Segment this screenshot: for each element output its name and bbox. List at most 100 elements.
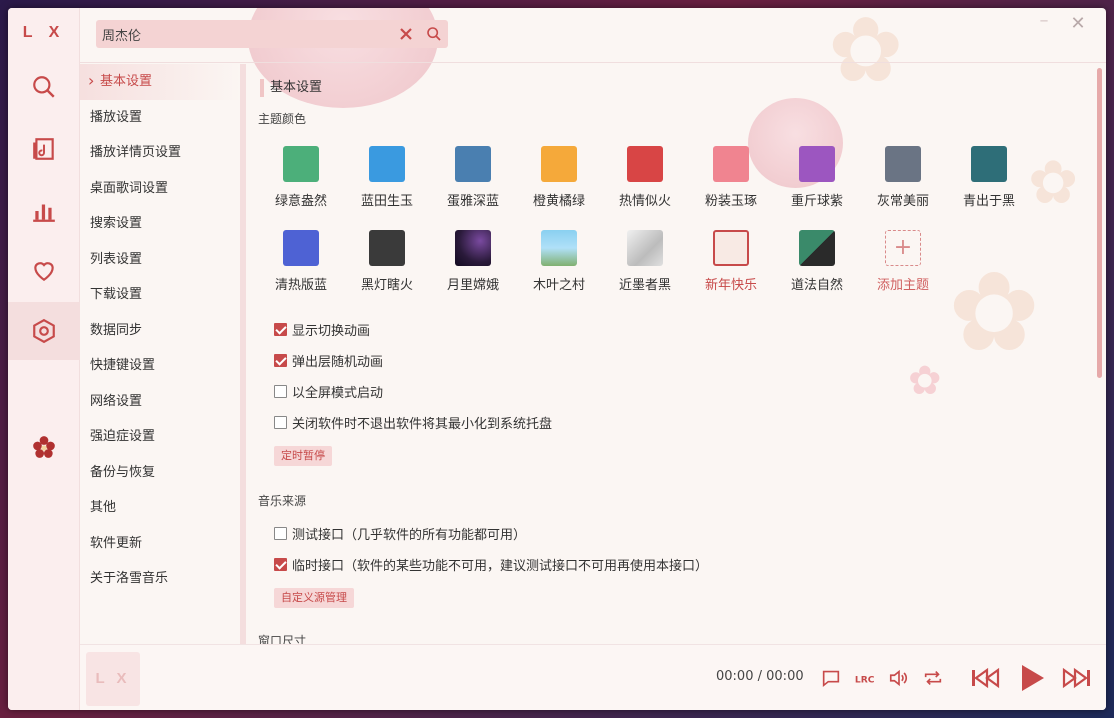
theme-name: 青出于黑 [962,194,1015,209]
sidebar-item-odc[interactable]: 强迫症设置 [80,419,242,455]
theme-swatch [713,230,749,266]
sidebar-item-label: 关于洛雪音乐 [90,571,169,586]
checkbox[interactable] [274,354,287,367]
comment-button[interactable] [816,663,846,693]
theme-name: 添加主题 [876,278,929,293]
sidebar-item-play-detail[interactable]: 播放详情页设置 [80,135,242,171]
sidebar-item-download[interactable]: 下载设置 [80,277,242,313]
theme-option[interactable]: 近墨者黑 [602,218,688,302]
theme-option[interactable]: 灰常美丽 [860,134,946,218]
sidebar-item-label: 播放设置 [90,109,143,125]
sidebar-item-hotkey[interactable]: 快捷键设置 [80,348,242,384]
theme-swatch [455,146,491,182]
svg-text:LRC: LRC [855,675,875,686]
lyric-button[interactable]: LRC [850,663,880,693]
sidebar-item-other[interactable]: 其他 [80,490,242,526]
volume-button[interactable] [884,663,914,693]
theme-option[interactable]: 粉装玉琢 [688,134,774,218]
theme-swatch [627,146,663,182]
checkbox[interactable] [274,385,287,398]
nav-rail: L X [8,8,80,710]
nav-favorites[interactable] [8,242,80,300]
volume-icon [889,669,908,687]
theme-option[interactable]: 木叶之村 [516,218,602,302]
custom-source-button[interactable]: 自定义源管理 [274,588,354,608]
total-time: 00:00 [766,669,804,684]
radio-temp-api[interactable]: 临时接口（软件的某些功能不可用，建议测试接口不可用再使用本接口） [274,549,1094,580]
checkbox-minimize-to-tray[interactable]: 关闭软件时不退出软件将其最小化到系统托盘 [274,407,1094,438]
theme-swatch [713,146,749,182]
checkbox-label: 显示切换动画 [292,324,371,339]
next-button[interactable] [1062,663,1092,693]
theme-grid: 绿意盎然 蓝田生玉 蛋雅深蓝 橙黄橘绿 热情似火 粉装玉琢 重斤球紫 灰常美丽 … [258,134,1094,302]
minimize-button[interactable]: – [1034,12,1054,34]
heart-icon [34,262,54,281]
sidebar-item-desktop-lyric[interactable]: 桌面歌词设置 [80,171,242,207]
theme-name: 橙黄橘绿 [532,194,585,209]
checkbox-fullscreen-start[interactable]: 以全屏模式启动 [274,376,1094,407]
skip-next-icon [1062,667,1090,689]
theme-option[interactable]: 新年快乐 [688,218,774,302]
window-size-title: 窗口尺寸 [258,634,307,644]
nav-search[interactable] [8,58,80,116]
album-cover[interactable]: L X [86,652,140,706]
theme-option[interactable]: 重斤球紫 [774,134,860,218]
player-bar: L X 00:00 / 00:00 LRC [80,644,1106,710]
checkbox[interactable] [274,416,287,429]
sidebar-item-play[interactable]: 播放设置 [80,100,242,136]
theme-option[interactable]: 道法自然 [774,218,860,302]
sidebar-item-label: 强迫症设置 [90,429,156,444]
search-icon [427,27,441,41]
nav-settings[interactable] [8,302,80,360]
theme-swatch [455,230,491,266]
checkbox[interactable] [274,527,287,540]
radio-test-api[interactable]: 测试接口（几乎软件的所有功能都可用） [274,518,1094,549]
clear-search-button[interactable] [392,20,420,48]
sidebar-item-sync[interactable]: 数据同步 [80,313,242,349]
sidebar-item-label: 网络设置 [90,393,143,409]
play-icon [1022,665,1044,691]
theme-option[interactable]: 蓝田生玉 [344,134,430,218]
search-submit-button[interactable] [420,20,448,48]
timer-pause-button[interactable]: 定时暂停 [274,446,332,466]
sidebar-item-backup[interactable]: 备份与恢复 [80,455,242,491]
checkbox-popup-random-animation[interactable]: 弹出层随机动画 [274,345,1094,376]
theme-swatch [799,230,835,266]
add-theme-button[interactable]: + 添加主题 [860,218,946,302]
sidebar-scrollbar[interactable] [240,64,246,644]
nav-leaderboard[interactable] [8,182,80,240]
settings-sidebar: 基本设置 播放设置 播放详情页设置 桌面歌词设置 搜索设置 列表设置 下载设置 … [80,63,242,644]
close-window-button[interactable]: ✕ [1068,14,1088,34]
theme-name: 灰常美丽 [876,194,929,209]
sidebar-item-about[interactable]: 关于洛雪音乐 [80,561,242,597]
theme-swatch [971,146,1007,182]
sidebar-item-list[interactable]: 列表设置 [80,242,242,278]
previous-button[interactable] [970,663,1000,693]
sidebar-item-basic[interactable]: 基本设置 [80,63,242,100]
play-button[interactable] [1014,663,1050,693]
content-scrollbar[interactable] [1097,68,1102,378]
repeat-mode-button[interactable] [918,663,948,693]
theme-option[interactable]: 蛋雅深蓝 [430,134,516,218]
sidebar-item-update[interactable]: 软件更新 [80,526,242,562]
checkbox-label: 关闭软件时不退出软件将其最小化到系统托盘 [292,417,553,432]
theme-option[interactable]: 青出于黑 [946,134,1032,218]
theme-option[interactable]: 橙黄橘绿 [516,134,602,218]
theme-name: 热情似火 [618,194,671,209]
theme-option[interactable]: 绿意盎然 [258,134,344,218]
sidebar-item-label: 快捷键设置 [90,358,156,373]
checkbox-label: 测试接口（几乎软件的所有功能都可用） [292,528,527,543]
theme-color-title: 主题颜色 [258,112,307,126]
theme-option[interactable]: 清热版蓝 [258,218,344,302]
sidebar-item-search[interactable]: 搜索设置 [80,206,242,242]
search-input[interactable] [96,20,392,48]
checkbox-switch-animation[interactable]: 显示切换动画 [274,314,1094,345]
theme-option[interactable]: 热情似火 [602,134,688,218]
sidebar-item-network[interactable]: 网络设置 [80,384,242,420]
theme-option[interactable]: 月里嫦娥 [430,218,516,302]
nav-song-list[interactable] [8,120,80,178]
checkbox[interactable] [274,323,287,336]
theme-option[interactable]: 黑灯瞎火 [344,218,430,302]
source-options: 测试接口（几乎软件的所有功能都可用） 临时接口（软件的某些功能不可用，建议测试接… [258,518,1094,580]
checkbox[interactable] [274,558,287,571]
